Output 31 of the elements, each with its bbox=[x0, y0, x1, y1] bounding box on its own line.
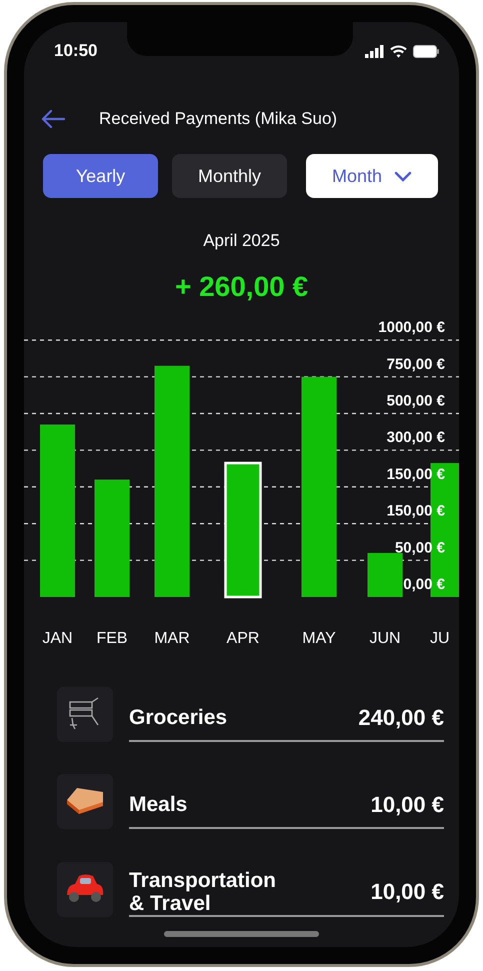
y-axis-label: 300,00 € bbox=[386, 429, 445, 446]
wifi-icon bbox=[390, 44, 407, 58]
status-time: 10:50 bbox=[54, 41, 98, 61]
back-arrow-icon[interactable] bbox=[41, 109, 65, 129]
period-label: April 2025 bbox=[202, 231, 281, 251]
period-tab[interactable]: Yearly bbox=[43, 154, 158, 198]
chevron-down-icon bbox=[394, 170, 412, 182]
period-tab[interactable]: Monthly bbox=[172, 154, 287, 198]
battery-icon bbox=[413, 44, 439, 58]
x-axis-label: JU bbox=[430, 630, 450, 647]
category-amount: 10,00 € bbox=[370, 879, 444, 906]
category-name: Groceries bbox=[129, 706, 228, 730]
x-axis-label: MAY bbox=[302, 630, 336, 647]
y-axis-label: 750,00 € bbox=[386, 356, 445, 373]
y-axis-label: 1000,00 € bbox=[378, 319, 445, 336]
bar[interactable] bbox=[224, 462, 262, 598]
signal-icon bbox=[365, 44, 384, 58]
x-axis-label: FEB bbox=[96, 630, 128, 647]
x-axis-label: JAN bbox=[42, 630, 73, 647]
x-axis-label: APR bbox=[226, 630, 260, 647]
y-axis-label: 500,00 € bbox=[386, 392, 445, 410]
x-axis-label: MAR bbox=[154, 630, 190, 647]
bar[interactable] bbox=[430, 463, 459, 597]
category-amount: 240,00 € bbox=[358, 704, 444, 730]
category-amount: 10,00 € bbox=[370, 792, 444, 818]
total-amount: + 260,00 € bbox=[174, 271, 310, 303]
category-name: Meals bbox=[129, 792, 188, 816]
category-name: Transportation & Travel bbox=[129, 869, 278, 916]
x-axis-label: JUN bbox=[369, 630, 401, 647]
month-dropdown[interactable]: Month bbox=[306, 154, 438, 198]
screen-title: Received Payments (Mika Suo) bbox=[99, 109, 338, 129]
